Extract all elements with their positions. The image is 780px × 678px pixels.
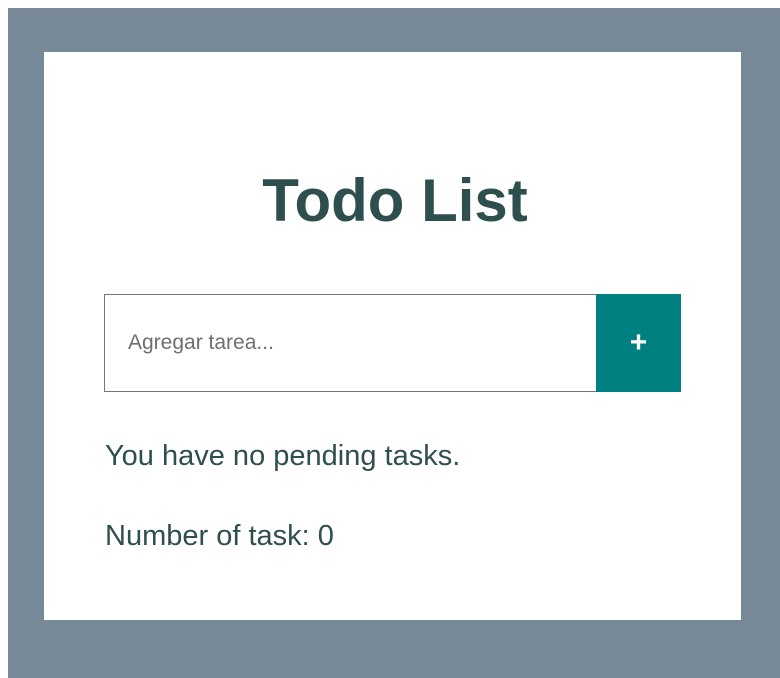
task-count-label: Number of task: bbox=[105, 520, 318, 552]
task-count-line: Number of task: 0 bbox=[105, 518, 334, 554]
add-task-button[interactable]: + bbox=[596, 294, 681, 392]
new-task-input[interactable] bbox=[104, 294, 596, 392]
page-title: Todo List bbox=[262, 167, 528, 234]
empty-tasks-message: You have no pending tasks. bbox=[105, 440, 461, 472]
task-count-value: 0 bbox=[317, 520, 334, 552]
